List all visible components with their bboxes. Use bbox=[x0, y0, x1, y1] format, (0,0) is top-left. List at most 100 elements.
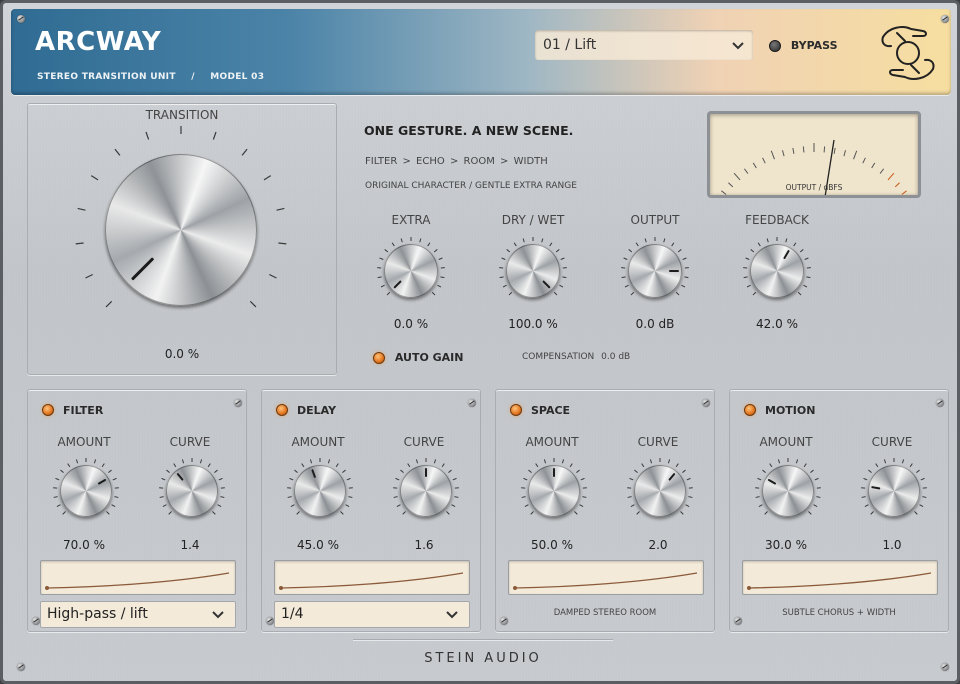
scale-tick bbox=[685, 504, 690, 507]
auto-gain-label: AUTO GAIN bbox=[394, 351, 464, 364]
scale-tick bbox=[162, 504, 167, 507]
module-enable-led[interactable] bbox=[510, 404, 522, 416]
scale-tick bbox=[451, 504, 456, 507]
knob-label: DRY / WET bbox=[501, 213, 565, 227]
scale-tick bbox=[395, 477, 400, 481]
scale-tick bbox=[916, 469, 920, 473]
curve-knob[interactable] bbox=[166, 465, 218, 517]
curve-knob[interactable] bbox=[634, 465, 686, 517]
auto-gain-toggle[interactable]: AUTO GAIN bbox=[373, 351, 463, 364]
dropdown-value: High-pass / lift bbox=[47, 606, 148, 622]
curve-value: 1.4 bbox=[180, 538, 200, 552]
response-curve bbox=[747, 572, 932, 590]
scale-tick bbox=[530, 511, 534, 515]
knob-feedback[interactable] bbox=[750, 244, 804, 298]
module-option-dropdown[interactable]: High-pass / lift bbox=[40, 601, 236, 628]
scale-tick bbox=[212, 131, 217, 140]
scale-tick bbox=[433, 459, 437, 464]
scale-tick bbox=[528, 469, 532, 473]
output-meter: OUTPUT / dBFS bbox=[707, 111, 921, 198]
scale-tick bbox=[345, 504, 350, 507]
knob-dry-wet[interactable] bbox=[506, 244, 560, 298]
scale-tick bbox=[396, 504, 401, 507]
transition-knob[interactable] bbox=[105, 154, 257, 306]
meter-tick bbox=[743, 168, 749, 174]
scale-tick bbox=[448, 469, 452, 473]
scale-tick bbox=[671, 242, 675, 247]
amount-knob[interactable] bbox=[60, 465, 112, 517]
scale-tick bbox=[686, 477, 691, 481]
curve-start-point bbox=[45, 586, 49, 590]
scale-tick bbox=[634, 469, 638, 473]
module-option-dropdown[interactable]: 1/4 bbox=[274, 601, 470, 628]
module-enable-led[interactable] bbox=[42, 404, 54, 416]
preset-dropdown[interactable]: 01 / Lift bbox=[535, 30, 753, 60]
amount-label: AMOUNT bbox=[57, 435, 111, 449]
scale-tick bbox=[166, 469, 170, 473]
scale-tick bbox=[77, 207, 86, 211]
scale-tick bbox=[342, 469, 346, 473]
scale-tick bbox=[249, 300, 257, 308]
scale-tick bbox=[559, 284, 564, 288]
scale-tick bbox=[217, 504, 222, 507]
scale-tick bbox=[181, 459, 185, 464]
scale-tick bbox=[535, 463, 539, 468]
curve-knob[interactable] bbox=[400, 465, 452, 517]
screw bbox=[500, 617, 508, 625]
scale-tick bbox=[145, 131, 150, 140]
scale-tick bbox=[433, 249, 438, 253]
meter-tick bbox=[792, 147, 795, 154]
scale-tick bbox=[419, 238, 422, 243]
curve-knob-assembly bbox=[157, 456, 227, 526]
amount-value: 50.0 % bbox=[531, 538, 573, 552]
knob-output[interactable] bbox=[628, 244, 682, 298]
scale-tick bbox=[301, 463, 305, 468]
knob-extra-assembly bbox=[375, 235, 447, 307]
scale-tick bbox=[682, 257, 687, 260]
scale-tick bbox=[758, 504, 763, 507]
curve-label: CURVE bbox=[403, 435, 445, 449]
curve-knob[interactable] bbox=[868, 465, 920, 517]
scale-tick bbox=[675, 291, 680, 296]
curve-knob-assembly bbox=[859, 456, 929, 526]
knob-value: 42.0 % bbox=[756, 317, 798, 331]
curve-start-point bbox=[513, 586, 517, 590]
curve-line bbox=[514, 572, 698, 589]
scale-tick bbox=[644, 238, 647, 243]
scale-tick bbox=[901, 459, 905, 464]
module-enable-led[interactable] bbox=[744, 404, 756, 416]
scale-tick bbox=[875, 463, 879, 468]
scale-tick bbox=[55, 477, 60, 481]
curve-label: CURVE bbox=[871, 435, 913, 449]
scale-tick bbox=[207, 463, 211, 468]
scale-tick bbox=[579, 504, 584, 507]
meter-tick bbox=[879, 168, 885, 174]
scale-tick bbox=[327, 459, 331, 464]
scale-tick bbox=[220, 496, 225, 498]
subtitle: STEREO TRANSITION UNIT / MODEL 03 bbox=[37, 72, 264, 82]
screw bbox=[17, 15, 25, 23]
amount-knob[interactable] bbox=[762, 465, 814, 517]
scale-tick bbox=[340, 511, 344, 515]
knob-extra[interactable] bbox=[384, 244, 438, 298]
module-enable-led[interactable] bbox=[276, 404, 288, 416]
amount-knob[interactable] bbox=[528, 465, 580, 517]
curve-line bbox=[748, 572, 932, 589]
scale-tick bbox=[629, 477, 634, 481]
amount-knob[interactable] bbox=[294, 465, 346, 517]
tagline: ONE GESTURE. A NEW SCENE. bbox=[364, 123, 574, 138]
scale-tick bbox=[400, 469, 404, 473]
curve-start-point bbox=[279, 586, 283, 590]
scale-tick bbox=[628, 249, 633, 253]
bypass-toggle[interactable]: BYPASS bbox=[769, 39, 838, 52]
amount-label: AMOUNT bbox=[525, 435, 579, 449]
scale-tick bbox=[746, 284, 751, 288]
scale-tick bbox=[62, 511, 66, 515]
knob-label: FEEDBACK bbox=[745, 213, 809, 227]
scale-tick bbox=[377, 276, 382, 279]
scale-tick bbox=[384, 249, 389, 253]
header-bar: ARCWAY STEREO TRANSITION UNIT / MODEL 03… bbox=[11, 9, 951, 95]
scale-tick bbox=[680, 511, 684, 515]
scale-tick bbox=[795, 459, 799, 464]
scale-tick bbox=[402, 511, 406, 515]
